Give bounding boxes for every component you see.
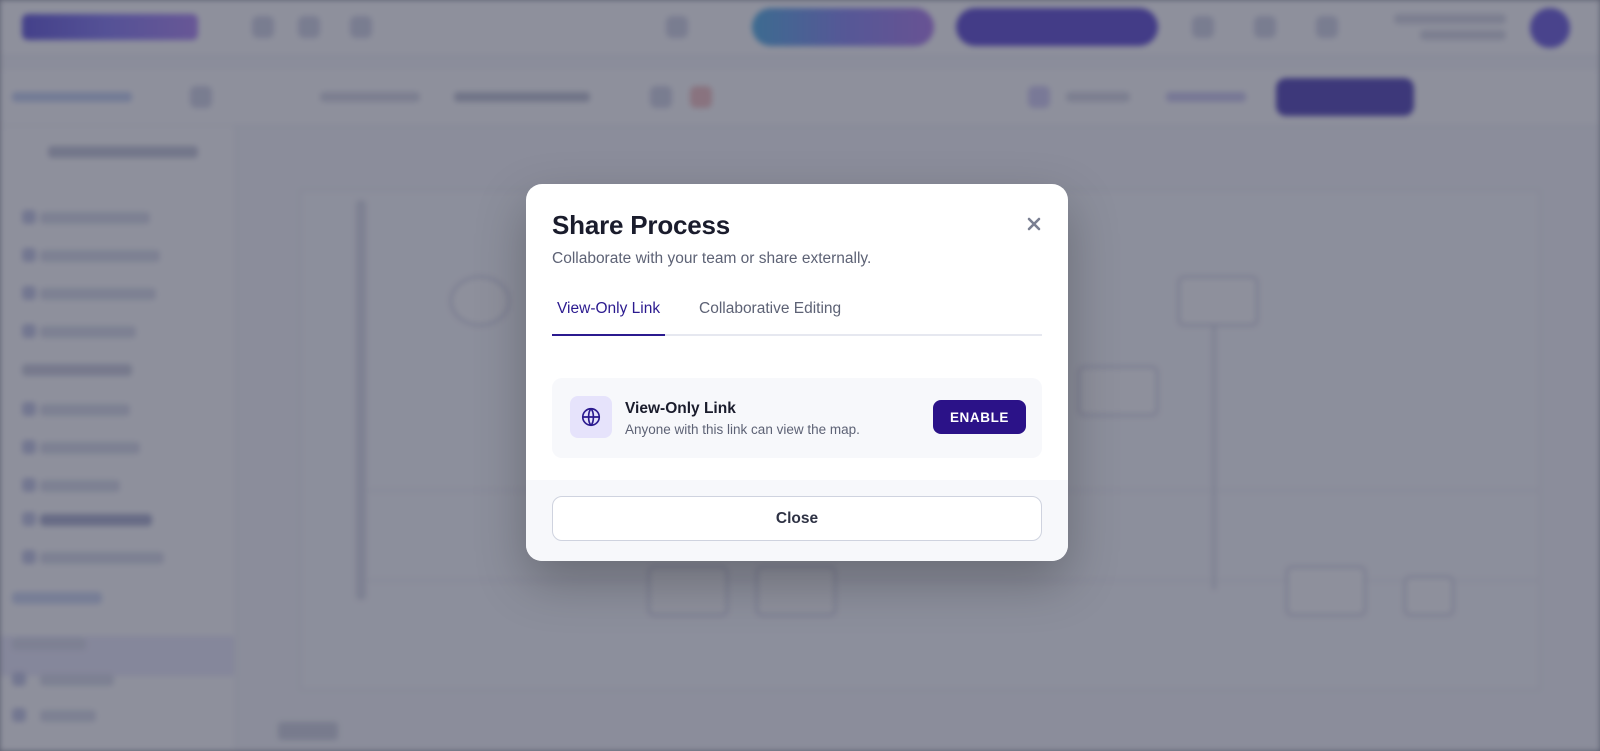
share-option-title: View-Only Link (625, 400, 736, 417)
tab-collaborative-editing[interactable]: Collaborative Editing (694, 294, 846, 336)
close-icon[interactable] (1022, 212, 1046, 236)
tab-view-only-link[interactable]: View-Only Link (552, 294, 666, 336)
view-only-link-card: View-Only Link Anyone with this link can… (552, 378, 1042, 458)
globe-icon (570, 396, 612, 438)
enable-button[interactable]: ENABLE (933, 400, 1026, 434)
close-icon-glyph (1027, 217, 1041, 231)
close-button[interactable]: Close (552, 496, 1042, 541)
dialog-subtitle: Collaborate with your team or share exte… (552, 250, 872, 267)
dialog-footer: Close (526, 480, 1068, 561)
dialog-title: Share Process (552, 210, 731, 240)
share-process-dialog: Share Process Collaborate with your team… (526, 184, 1068, 561)
share-tabs: View-Only Link Collaborative Editing (552, 294, 1042, 336)
globe-icon-glyph (581, 407, 601, 427)
share-option-description: Anyone with this link can view the map. (625, 422, 860, 437)
